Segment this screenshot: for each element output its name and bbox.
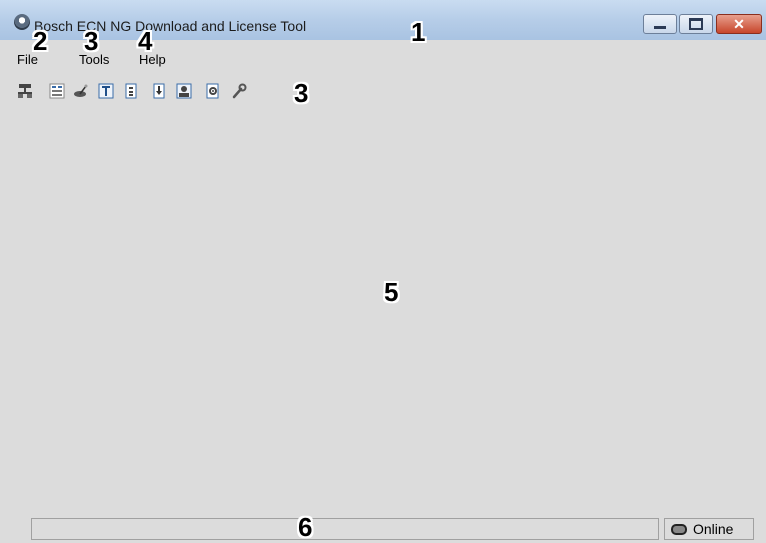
callout-5: 5 (384, 277, 399, 307)
text-icon (98, 83, 114, 99)
download-icon (153, 83, 165, 99)
satellite-dish-icon (74, 84, 88, 97)
connection-status: Online (664, 518, 754, 540)
callout-2: 2 (33, 26, 48, 56)
main-content-area (0, 108, 766, 514)
toolbar-document-button[interactable] (123, 83, 139, 99)
wrench-icon (232, 83, 247, 99)
minimize-button[interactable] (643, 14, 677, 34)
toolbar-wrench-button[interactable] (231, 83, 247, 99)
toolbar-satellite-button[interactable] (73, 83, 89, 99)
maximize-button[interactable] (679, 14, 713, 34)
callout-3-menu: 3 (84, 26, 99, 56)
connection-icon (671, 523, 687, 535)
callout-1: 1 (411, 17, 426, 47)
user-icon (176, 83, 192, 99)
network-icon (18, 84, 32, 98)
maximize-icon (689, 18, 703, 30)
window-title: Bosch ECN NG Download and License Tool (34, 18, 307, 34)
callout-4: 4 (138, 26, 153, 56)
document-icon (125, 83, 137, 99)
status-message-field (31, 518, 659, 540)
toolbar-data-button[interactable] (49, 83, 65, 99)
application-window: Bosch ECN NG Download and License Tool ✕… (0, 0, 766, 543)
close-icon: ✕ (733, 16, 745, 32)
connection-status-label: Online (693, 521, 734, 537)
title-bar[interactable]: Bosch ECN NG Download and License Tool ✕ (0, 0, 766, 40)
toolbar (0, 80, 766, 104)
toolbar-user-button[interactable] (176, 83, 192, 99)
close-button[interactable]: ✕ (716, 14, 762, 34)
minimize-icon (654, 25, 666, 29)
settings-document-icon (206, 83, 219, 99)
toolbar-network-button[interactable] (17, 83, 33, 99)
callout-3-toolbar: 3 (294, 78, 309, 108)
menu-bar (0, 40, 766, 66)
callout-6: 6 (298, 512, 313, 542)
data-table-icon (49, 83, 65, 99)
app-logo-icon[interactable] (14, 14, 30, 30)
toolbar-text-button[interactable] (98, 83, 114, 99)
toolbar-settings-document-button[interactable] (205, 83, 221, 99)
toolbar-download-button[interactable] (151, 83, 167, 99)
